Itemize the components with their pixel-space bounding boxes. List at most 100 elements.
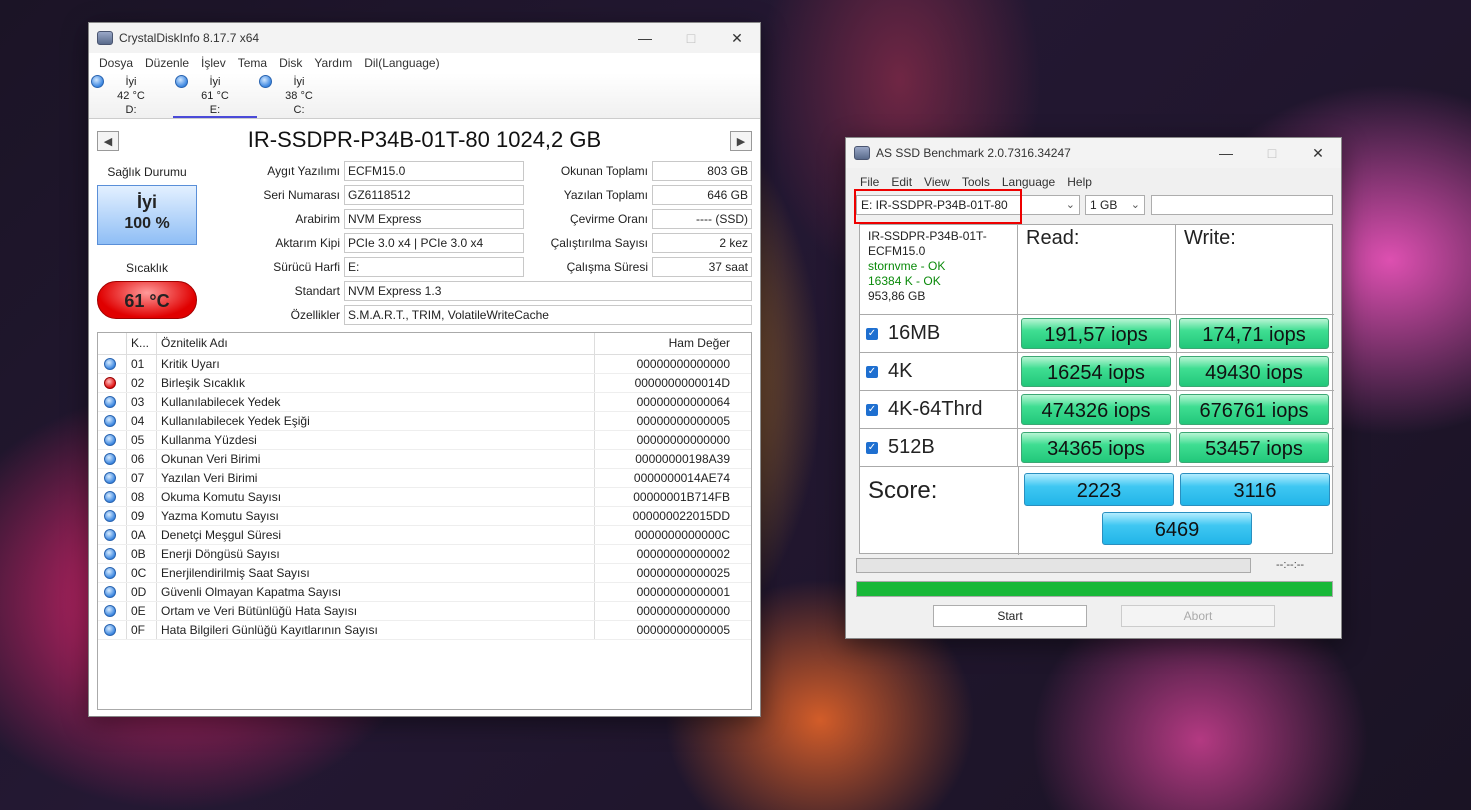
menu-language[interactable]: Dil(Language) xyxy=(358,56,445,70)
checkbox-icon[interactable]: ✓ xyxy=(866,365,878,378)
menu-view[interactable]: View xyxy=(918,175,956,189)
table-row[interactable]: 09 Yazma Komutu Sayısı 000000022015DD xyxy=(98,507,751,526)
menu-dosya[interactable]: Dosya xyxy=(93,56,139,70)
table-row[interactable]: 0A Denetçi Meşgul Süresi 0000000000000C xyxy=(98,526,751,545)
attr-id: 03 xyxy=(126,393,156,411)
rotation-label: Çevirme Oranı xyxy=(569,212,648,226)
features-value: S.M.A.R.T., TRIM, VolatileWriteCache xyxy=(344,305,752,325)
progress-fill xyxy=(857,582,1332,596)
table-row[interactable]: 0F Hata Bilgileri Günlüğü Kayıtlarının Sa… xyxy=(98,621,751,640)
write-result: 174,71 iops xyxy=(1179,318,1329,349)
status-cell xyxy=(98,450,126,468)
close-icon[interactable]: ✕ xyxy=(714,23,760,53)
menu-islev[interactable]: İşlev xyxy=(195,56,232,70)
power-count-field: Çalıştırılma Sayısı 2 kez xyxy=(551,233,752,253)
table-row[interactable]: 08 Okuma Komutu Sayısı 00000001B714FB xyxy=(98,488,751,507)
transfer-value: PCIe 3.0 x4 | PCIe 3.0 x4 xyxy=(344,233,524,253)
drive-select-highlight xyxy=(854,189,1022,224)
header-name[interactable]: Öznitelik Adı xyxy=(156,333,594,354)
drive-tab-d[interactable]: İyi 42 °C D: xyxy=(89,73,173,118)
table-row[interactable]: 01 Kritik Uyarı 00000000000000 xyxy=(98,355,751,374)
smart-attribute-table[interactable]: K... Öznitelik Adı Ham Değer 01 Kritik Uy… xyxy=(97,332,752,710)
attr-raw: 00000000000000 xyxy=(594,355,734,373)
menu-tools[interactable]: Tools xyxy=(956,175,996,189)
attr-id: 02 xyxy=(126,374,156,392)
menu-tema[interactable]: Tema xyxy=(232,56,273,70)
health-status-button[interactable]: İyi 100 % xyxy=(97,185,197,245)
attr-id: 0B xyxy=(126,545,156,563)
maximize-icon[interactable]: □ xyxy=(668,23,714,53)
test-label[interactable]: ✓ 512B xyxy=(860,429,1018,466)
attr-raw: 00000000000001 xyxy=(594,583,734,601)
interface-field: Arabirim NVM Express xyxy=(295,209,524,229)
attr-id: 04 xyxy=(126,412,156,430)
checkbox-icon[interactable]: ✓ xyxy=(866,441,878,454)
table-row[interactable]: 03 Kullanılabilecek Yedek 00000000000064 xyxy=(98,393,751,412)
menu-yardim[interactable]: Yardım xyxy=(308,56,358,70)
test-label[interactable]: ✓ 16MB xyxy=(860,315,1018,352)
abort-button[interactable]: Abort xyxy=(1121,605,1275,627)
table-row[interactable]: 0E Ortam ve Veri Bütünlüğü Hata Sayısı 000… xyxy=(98,602,751,621)
table-row[interactable]: 0C Enerjilendirilmiş Saat Sayısı 000000000… xyxy=(98,564,751,583)
features-label: Özellikler xyxy=(290,308,340,322)
minimize-icon[interactable]: — xyxy=(1203,138,1249,168)
cdi-window-title: CrystalDiskInfo 8.17.7 x64 xyxy=(119,31,260,45)
cdi-titlebar[interactable]: CrystalDiskInfo 8.17.7 x64 — □ ✕ xyxy=(89,23,760,53)
score-total: 6469 xyxy=(1102,512,1252,545)
cdi-menubar: Dosya Düzenle İşlev Tema Disk Yardım Dil… xyxy=(89,53,760,73)
menu-disk[interactable]: Disk xyxy=(273,56,308,70)
test-label[interactable]: ✓ 4K xyxy=(860,353,1018,390)
firmware-value: ECFM15.0 xyxy=(344,161,524,181)
table-row[interactable]: 07 Yazılan Veri Birimi 0000000014AE74 xyxy=(98,469,751,488)
next-drive-icon[interactable]: ▶ xyxy=(730,131,752,151)
size-select[interactable]: 1 GB ⌄ xyxy=(1085,195,1145,215)
drive-tab-e[interactable]: İyi 61 °C E: xyxy=(173,73,257,118)
reads-value: 803 GB xyxy=(652,161,752,181)
start-button[interactable]: Start xyxy=(933,605,1087,627)
header-id[interactable]: K... xyxy=(126,333,156,354)
table-header: K... Öznitelik Adı Ham Değer xyxy=(98,333,751,355)
checkbox-icon[interactable]: ✓ xyxy=(866,403,878,416)
table-row[interactable]: 0B Enerji Döngüsü Sayısı 00000000000002 xyxy=(98,545,751,564)
status-cell xyxy=(98,393,126,411)
column-divider xyxy=(1176,315,1177,353)
overall-progress-bar xyxy=(856,581,1333,597)
status-cell xyxy=(98,507,126,525)
status-ball-icon xyxy=(175,75,188,88)
power-hours-label: Çalışma Süresi xyxy=(566,260,648,274)
test-label[interactable]: ✓ 4K-64Thrd xyxy=(860,391,1018,428)
menu-file[interactable]: File xyxy=(854,175,885,189)
table-row[interactable]: 0D Güvenli Olmayan Kapatma Sayısı 00000000… xyxy=(98,583,751,602)
checkbox-icon[interactable]: ✓ xyxy=(866,327,878,340)
status-ball-icon xyxy=(104,453,116,465)
table-row[interactable]: 05 Kullanma Yüzdesi 00000000000000 xyxy=(98,431,751,450)
asssd-titlebar[interactable]: AS SSD Benchmark 2.0.7316.34247 — □ ✕ xyxy=(846,138,1341,168)
status-ball-icon xyxy=(104,548,116,560)
test-name: 4K xyxy=(888,360,913,382)
write-result: 53457 iops xyxy=(1179,432,1329,463)
table-row[interactable]: 04 Kullanılabilecek Yedek Eşiği 0000000000… xyxy=(98,412,751,431)
menu-help[interactable]: Help xyxy=(1061,175,1098,189)
temperature-value[interactable]: 61 °C xyxy=(97,281,197,319)
table-row[interactable]: 06 Okunan Veri Birimi 00000000198A39 xyxy=(98,450,751,469)
drive-letter: D: xyxy=(125,104,137,116)
test-name: 16MB xyxy=(888,322,941,344)
attr-name: Okuma Komutu Sayısı xyxy=(156,488,594,506)
menu-duzenle[interactable]: Düzenle xyxy=(139,56,195,70)
menu-language[interactable]: Language xyxy=(996,175,1061,189)
chevron-down-icon: ⌄ xyxy=(1065,199,1075,211)
maximize-icon[interactable]: □ xyxy=(1249,138,1295,168)
status-ball-icon xyxy=(104,567,116,579)
size-select-value: 1 GB xyxy=(1090,198,1118,212)
serial-value: GZ6118512 xyxy=(344,185,524,205)
close-icon[interactable]: ✕ xyxy=(1295,138,1341,168)
table-row[interactable]: 02 Birleşik Sıcaklık 0000000000014D xyxy=(98,374,751,393)
minimize-icon[interactable]: — xyxy=(622,23,668,53)
menu-edit[interactable]: Edit xyxy=(885,175,918,189)
test-row-4k: ✓ 4K 16254 iops 49430 iops xyxy=(860,353,1334,391)
writes-value: 646 GB xyxy=(652,185,752,205)
writes-label: Yazılan Toplamı xyxy=(563,188,648,202)
header-raw[interactable]: Ham Değer xyxy=(594,333,734,354)
firmware-field: Aygıt Yazılımı ECFM15.0 xyxy=(267,161,524,181)
drive-tab-c[interactable]: İyi 38 °C C: xyxy=(257,73,341,118)
